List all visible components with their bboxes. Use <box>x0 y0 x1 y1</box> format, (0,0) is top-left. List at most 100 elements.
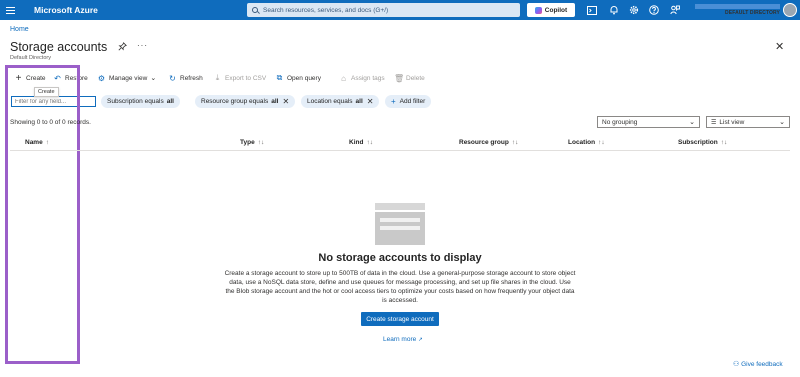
column-header-resource-group[interactable]: Resource group ↑↓ <box>459 139 518 146</box>
chevron-down-icon: ⌄ <box>150 75 157 82</box>
sort-icon: ↑↓ <box>366 139 373 146</box>
export-csv-label: Export to CSV <box>225 74 267 82</box>
create-button[interactable]: + Create <box>14 72 46 84</box>
view-value: List view <box>719 118 745 126</box>
page-title: Storage accounts <box>10 40 108 54</box>
manage-view-label: Manage view <box>109 74 148 82</box>
add-filter-label: Add filter <box>399 98 426 105</box>
remove-filter-icon[interactable]: ✕ <box>367 97 374 106</box>
empty-state-description: Create a storage account to store up to … <box>224 270 576 304</box>
menu-icon[interactable] <box>0 0 20 20</box>
delete-label: Delete <box>406 74 425 82</box>
chevron-down-icon: ⌄ <box>689 119 695 126</box>
notifications-icon[interactable] <box>608 4 620 16</box>
sort-icon: ↑↓ <box>720 139 728 146</box>
assign-tags-label: Assign tags <box>351 74 385 82</box>
plus-icon: + <box>15 72 22 84</box>
download-icon: ⤓ <box>215 73 220 82</box>
copilot-icon <box>534 6 542 14</box>
open-query-label: Open query <box>287 74 321 82</box>
table-header-divider <box>10 150 790 151</box>
column-header-name[interactable]: Name ↑ <box>25 139 49 146</box>
restore-button[interactable]: ↶ Restore <box>53 73 88 83</box>
sort-up-icon: ↑ <box>45 139 49 146</box>
filter-pill-value: all <box>166 98 174 105</box>
brand-title[interactable]: Microsoft Azure <box>34 5 98 15</box>
grouping-dropdown[interactable]: No grouping ⌄ <box>597 116 700 128</box>
avatar[interactable] <box>783 3 797 17</box>
assign-tags-button[interactable]: ⌂ Assign tags <box>339 73 385 83</box>
list-view-icon: ☰ <box>711 119 717 126</box>
feedback-person-icon: ⚇ <box>733 361 740 368</box>
restore-icon: ↶ <box>54 73 61 83</box>
search-placeholder: Search resources, services, and docs (G+… <box>263 6 389 14</box>
account-info[interactable]: DEFAULT DIRECTORY <box>695 3 780 17</box>
filter-pill-value: all <box>271 98 279 105</box>
filter-pill-subscription[interactable]: Subscription equals all <box>101 95 180 108</box>
add-filter-button[interactable]: + Add filter <box>385 95 432 108</box>
give-feedback-label: Give feedback <box>741 361 783 368</box>
close-icon[interactable]: ✕ <box>775 40 784 53</box>
storage-empty-icon <box>375 203 425 245</box>
copilot-button[interactable]: Copilot <box>527 3 575 17</box>
highlight-annotation <box>5 65 80 364</box>
column-header-label: Resource group <box>459 139 509 146</box>
filter-pill-label: Resource group equals <box>201 98 269 105</box>
refresh-label: Refresh <box>180 74 203 82</box>
delete-button[interactable]: 🗑 Delete <box>394 73 425 83</box>
search-icon <box>252 7 258 13</box>
sort-icon: ↑↓ <box>511 139 519 146</box>
directory-label: DEFAULT DIRECTORY <box>725 10 780 16</box>
more-options-icon[interactable]: ··· <box>137 41 148 50</box>
column-header-subscription[interactable]: Subscription ↑↓ <box>678 139 727 146</box>
give-feedback-link[interactable]: ⚇ Give feedback <box>733 360 783 368</box>
sort-icon: ↑↓ <box>598 139 605 146</box>
column-header-label: Kind <box>349 139 364 146</box>
gear-icon: ⚙ <box>97 73 106 83</box>
column-header-kind[interactable]: Kind ↑↓ <box>349 139 373 146</box>
grouping-value: No grouping <box>602 118 638 126</box>
manage-view-button[interactable]: ⚙ Manage view ⌄ <box>97 73 156 83</box>
column-header-type[interactable]: Type ↑↓ <box>240 139 264 146</box>
filter-pill-value: all <box>355 98 363 105</box>
sort-icon: ↑↓ <box>257 139 265 146</box>
remove-filter-icon[interactable]: ✕ <box>282 97 289 106</box>
open-query-button[interactable]: ⧉ Open query <box>275 73 321 83</box>
global-search-input[interactable]: Search resources, services, and docs (G+… <box>247 3 520 17</box>
pin-icon[interactable] <box>118 42 128 52</box>
settings-gear-icon[interactable] <box>628 4 640 16</box>
column-header-label: Subscription <box>678 139 718 146</box>
feedback-icon[interactable] <box>669 4 681 16</box>
help-icon[interactable] <box>648 4 660 16</box>
learn-more-label: Learn more <box>383 336 417 343</box>
chevron-down-icon: ⌄ <box>779 119 785 126</box>
empty-state-title: No storage accounts to display <box>318 252 482 264</box>
refresh-button[interactable]: ↻ Refresh <box>168 73 203 83</box>
query-icon: ⧉ <box>276 73 283 82</box>
create-tooltip: Create <box>34 87 59 97</box>
view-dropdown[interactable]: ☰ List view ⌄ <box>706 116 790 128</box>
column-header-location[interactable]: Location ↑↓ <box>568 139 605 146</box>
filter-pill-label: Location equals <box>307 98 353 105</box>
create-label: Create <box>26 74 46 82</box>
filter-pill-label: Subscription equals <box>107 98 164 105</box>
create-storage-account-button[interactable]: Create storage account <box>361 312 439 326</box>
learn-more-link[interactable]: Learn more ↗ <box>383 336 423 343</box>
restore-label: Restore <box>65 74 88 82</box>
export-csv-button[interactable]: ⤓ Export to CSV <box>213 73 266 83</box>
trash-icon: 🗑 <box>394 73 405 83</box>
page-subtitle: Default Directory <box>10 55 51 61</box>
breadcrumb-home[interactable]: Home <box>10 26 29 33</box>
account-name-redacted <box>695 4 780 9</box>
filter-input[interactable] <box>11 96 96 107</box>
filter-pill-resource-group[interactable]: Resource group equals all ✕ <box>195 95 296 108</box>
column-header-label: Location <box>568 139 596 146</box>
records-count: Showing 0 to 0 of 0 records. <box>10 119 91 126</box>
refresh-icon: ↻ <box>169 73 176 83</box>
add-filter-icon: + <box>391 97 396 106</box>
cloud-shell-icon[interactable] <box>586 4 598 16</box>
copilot-label: Copilot <box>544 6 568 14</box>
tag-icon: ⌂ <box>341 73 346 83</box>
filter-pill-location[interactable]: Location equals all ✕ <box>301 95 380 108</box>
column-header-label: Name <box>25 139 43 146</box>
